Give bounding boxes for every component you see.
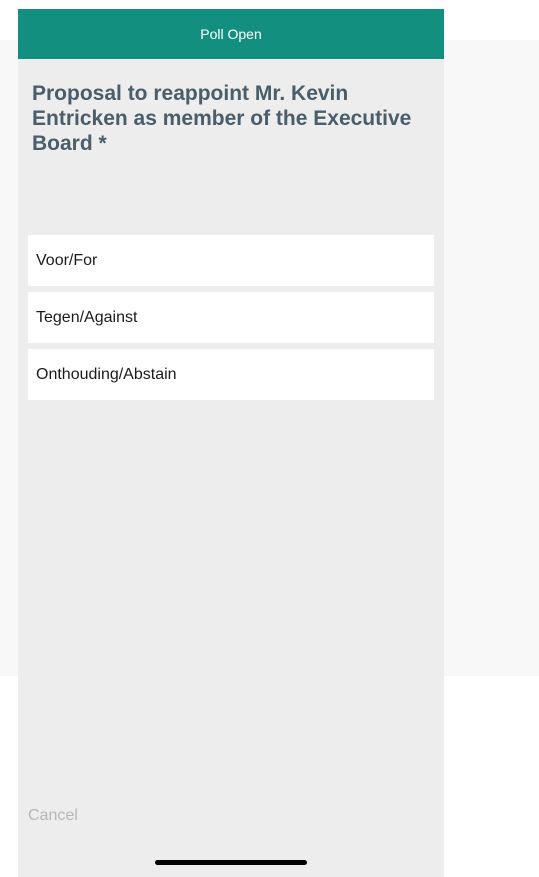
poll-option-against[interactable]: Tegen/Against xyxy=(28,292,434,343)
poll-options-list: Voor/For Tegen/Against Onthouding/Abstai… xyxy=(28,235,434,406)
poll-sheet: Poll Open Proposal to reappoint Mr. Kevi… xyxy=(18,9,444,877)
poll-header: Poll Open xyxy=(18,9,444,59)
home-indicator[interactable] xyxy=(155,860,307,865)
poll-option-label: Voor/For xyxy=(36,251,98,269)
poll-option-abstain[interactable]: Onthouding/Abstain xyxy=(28,349,434,400)
poll-question: Proposal to reappoint Mr. Kevin Entricke… xyxy=(32,82,412,155)
poll-header-title: Poll Open xyxy=(200,26,262,42)
poll-option-for[interactable]: Voor/For xyxy=(28,235,434,286)
poll-option-label: Onthouding/Abstain xyxy=(36,365,177,383)
poll-option-label: Tegen/Against xyxy=(36,308,138,326)
cancel-button[interactable]: Cancel xyxy=(28,807,78,825)
